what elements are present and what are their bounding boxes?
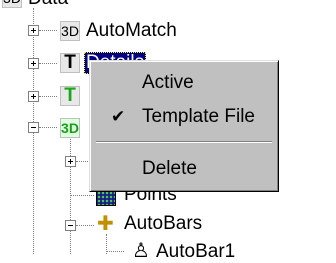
expand-button[interactable] [65,156,76,167]
3d-icon: 3D [60,118,80,138]
tree-item-autobar1[interactable]: AutoBar1 [156,241,235,263]
expand-button[interactable] [28,25,39,36]
autobars-icon: ✚ [97,213,114,235]
menu-separator [96,141,272,143]
expand-button[interactable] [28,58,39,69]
tree-root-label[interactable]: Data [28,0,68,10]
checkmark-icon: ✔ [111,107,126,126]
collapse-button[interactable] [28,122,39,133]
menu-item-delete[interactable]: Delete [93,155,275,183]
tree-item-automatch[interactable]: AutoMatch [86,20,177,42]
collapse-button[interactable] [65,220,76,231]
3d-icon: 3D [60,21,80,41]
text-node-icon: T [60,85,80,106]
context-menu: Active ✔ Template File Delete [89,60,279,192]
menu-item-active[interactable]: Active [93,69,275,97]
3d-icon: 3D [2,0,22,8]
autobar-icon: ♙ [132,240,150,262]
text-node-icon: T [60,52,80,73]
tree-item-autobars[interactable]: AutoBars [124,213,202,235]
menu-item-template-file[interactable]: ✔ Template File [93,103,275,131]
expand-button[interactable] [28,91,39,102]
